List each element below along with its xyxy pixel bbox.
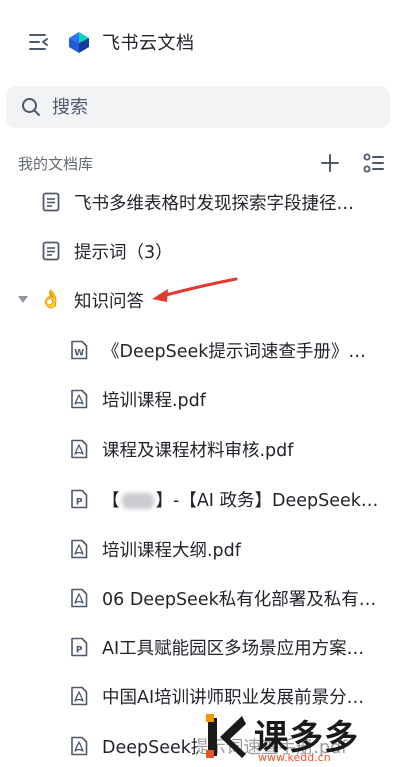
- tree-item[interactable]: 课程及课程材料审核.pdf: [0, 424, 402, 474]
- collapse-sidebar-button[interactable]: [26, 29, 52, 55]
- library-actions: [318, 151, 386, 175]
- library-section-label: 我的文档库: [18, 154, 94, 173]
- tree-item-label: 《DeepSeek提示词速查手册》…: [102, 341, 366, 362]
- word-file-icon: W: [68, 339, 90, 361]
- watermark: 课多多 www.kedd.cn: [198, 708, 402, 767]
- pdf-file-icon: [68, 388, 90, 410]
- doc-icon: [40, 240, 62, 262]
- app-title: 飞书云文档: [102, 33, 195, 54]
- list-options-icon: [363, 153, 384, 173]
- watermark-logo-icon: [206, 714, 246, 758]
- svg-text:P: P: [76, 498, 83, 508]
- sidebar-header: 飞书云文档: [26, 22, 392, 62]
- library-section-header: 我的文档库: [18, 148, 386, 178]
- collapse-sidebar-icon: [29, 34, 48, 50]
- tree-item[interactable]: P AI工具赋能园区多场景应用方案…: [0, 622, 402, 672]
- tree-folder-knowledge-qa[interactable]: 👌 知识问答: [0, 275, 402, 325]
- tree-item-label: 培训课程.pdf: [102, 390, 206, 411]
- feishu-docs-logo: [66, 29, 92, 55]
- tree-item-label: 课程及课程材料审核.pdf: [102, 440, 294, 461]
- tree-item[interactable]: 培训课程.pdf: [0, 374, 402, 424]
- tree-folder-label: 知识问答: [74, 291, 144, 312]
- tree-item-label: 飞书多维表格时发现探索字段捷径…: [74, 193, 354, 214]
- watermark-url: www.kedd.cn: [258, 751, 331, 764]
- tree-item[interactable]: 06 DeepSeek私有化部署及私有…: [0, 573, 402, 623]
- tree-item-label: 中国AI培训讲师职业发展前景分…: [102, 687, 365, 708]
- tree-item[interactable]: 飞书多维表格时发现探索字段捷径…: [0, 177, 402, 227]
- pdf-file-icon: [68, 735, 90, 757]
- ppt-file-icon: P: [68, 636, 90, 658]
- tree-item-label: 提示词（3）: [74, 242, 173, 263]
- pdf-file-icon: [68, 587, 90, 609]
- sort-list-button[interactable]: [362, 151, 386, 175]
- pdf-file-icon: [68, 538, 90, 560]
- svg-text:P: P: [76, 646, 83, 656]
- redacted-text: [121, 492, 154, 509]
- tree-item-label: 【】-【AI 政务】DeepSeek…: [102, 490, 379, 511]
- svg-text:W: W: [74, 349, 84, 359]
- tree-item[interactable]: P 【】-【AI 政务】DeepSeek…: [0, 474, 402, 524]
- ppt-file-icon: P: [68, 488, 90, 510]
- sidebar-panel: 飞书云文档 我的文档库: [0, 0, 402, 767]
- caret-down-icon[interactable]: [17, 294, 29, 306]
- search-input[interactable]: [52, 96, 352, 118]
- feishu-logo-icon: [69, 32, 89, 53]
- plus-icon: [321, 154, 339, 172]
- tree-item-label: 06 DeepSeek私有化部署及私有…: [102, 589, 377, 610]
- ok-hand-emoji-icon: 👌: [39, 289, 63, 310]
- pdf-file-icon: [68, 685, 90, 707]
- add-document-button[interactable]: [318, 151, 342, 175]
- tree-item-label: AI工具赋能园区多场景应用方案…: [102, 638, 365, 659]
- doc-icon: [40, 191, 62, 213]
- pdf-file-icon: [68, 438, 90, 460]
- tree-item[interactable]: 提示词（3）: [0, 226, 402, 276]
- search-icon: [20, 96, 42, 118]
- tree-item-label: 培训课程大纲.pdf: [102, 540, 241, 561]
- tree-item[interactable]: W 《DeepSeek提示词速查手册》…: [0, 325, 402, 375]
- tree-item[interactable]: 培训课程大纲.pdf: [0, 524, 402, 574]
- search-bar[interactable]: [6, 86, 390, 128]
